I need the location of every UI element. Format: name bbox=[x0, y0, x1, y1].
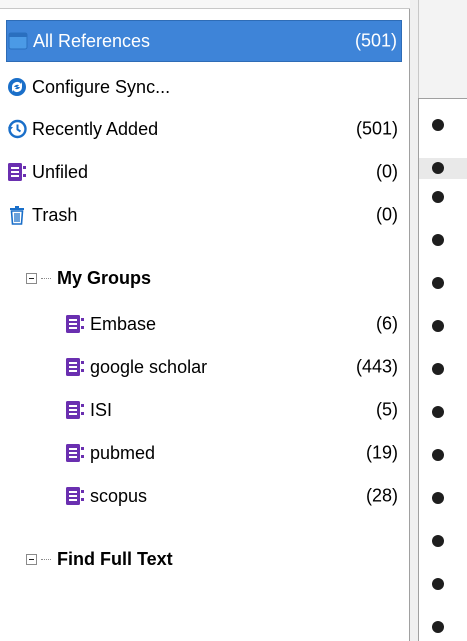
group-list-icon bbox=[64, 313, 86, 335]
group-label: pubmed bbox=[90, 442, 156, 463]
trash-icon bbox=[6, 204, 28, 226]
sidebar-item-recently-added[interactable]: Recently Added (501) bbox=[6, 108, 402, 150]
sidebar-item-trash[interactable]: Trash (0) bbox=[6, 194, 402, 236]
table-row[interactable] bbox=[419, 187, 467, 208]
section-title: My Groups bbox=[57, 267, 152, 288]
sidebar-item-scopus[interactable]: scopus (28) bbox=[64, 475, 402, 517]
reference-list[interactable] bbox=[418, 98, 467, 641]
table-row[interactable] bbox=[419, 574, 467, 595]
read-status-dot-icon bbox=[432, 449, 444, 461]
group-label: scopus bbox=[90, 485, 148, 506]
group-label: google scholar bbox=[90, 356, 208, 377]
sidebar-item-google-scholar[interactable]: google scholar (443) bbox=[64, 346, 402, 388]
table-row[interactable] bbox=[419, 402, 467, 423]
table-row[interactable] bbox=[419, 273, 467, 294]
read-status-dot-icon bbox=[432, 578, 444, 590]
sidebar-item-unfiled[interactable]: Unfiled (0) bbox=[6, 151, 402, 193]
sidebar-item-label: Configure Sync... bbox=[32, 76, 171, 97]
reference-count: (19) bbox=[365, 442, 398, 463]
group-label: Embase bbox=[90, 313, 157, 334]
clock-history-icon bbox=[6, 118, 28, 140]
sidebar-item-embase[interactable]: Embase (6) bbox=[64, 303, 402, 345]
groups-panel: All References (501) Configure Sync... R… bbox=[0, 0, 410, 641]
sync-icon bbox=[6, 76, 28, 98]
read-status-dot-icon bbox=[432, 119, 444, 131]
read-status-dot-icon bbox=[432, 535, 444, 547]
find-full-text-header[interactable]: Find Full Text bbox=[26, 544, 173, 574]
read-status-dot-icon bbox=[432, 492, 444, 504]
group-list-icon bbox=[6, 161, 28, 183]
sidebar-item-configure-sync[interactable]: Configure Sync... bbox=[6, 66, 402, 108]
read-status-dot-icon bbox=[432, 320, 444, 332]
table-row[interactable] bbox=[419, 230, 467, 251]
tree-connector bbox=[41, 558, 51, 560]
reference-count: (501) bbox=[355, 118, 398, 139]
reference-count: (6) bbox=[376, 313, 398, 334]
sidebar-item-isi[interactable]: ISI (5) bbox=[64, 389, 402, 431]
my-groups-header[interactable]: My Groups bbox=[26, 263, 151, 293]
table-row[interactable] bbox=[419, 531, 467, 552]
table-row[interactable] bbox=[419, 115, 467, 136]
group-list-icon bbox=[64, 356, 86, 378]
read-status-dot-icon bbox=[432, 363, 444, 375]
collapse-toggle-icon[interactable] bbox=[26, 553, 37, 565]
reference-count: (443) bbox=[355, 356, 398, 377]
all-references-icon bbox=[7, 30, 29, 52]
reference-count: (5) bbox=[376, 399, 398, 420]
table-row[interactable] bbox=[419, 359, 467, 380]
read-status-dot-icon bbox=[432, 277, 444, 289]
sidebar-item-label: Recently Added bbox=[32, 118, 159, 139]
section-title: Find Full Text bbox=[57, 548, 173, 569]
tree-connector bbox=[41, 277, 51, 279]
read-status-dot-icon bbox=[432, 234, 444, 246]
reference-count: (0) bbox=[376, 161, 398, 182]
group-list-icon bbox=[64, 442, 86, 464]
group-label: ISI bbox=[90, 399, 113, 420]
sidebar-item-all-references[interactable]: All References (501) bbox=[6, 20, 402, 62]
read-status-dot-icon bbox=[432, 621, 444, 633]
sidebar-item-label: Trash bbox=[32, 204, 78, 225]
reference-count: (28) bbox=[365, 485, 398, 506]
read-status-dot-icon bbox=[432, 191, 444, 203]
reference-count: (501) bbox=[354, 30, 397, 51]
reference-count: (0) bbox=[376, 204, 398, 225]
group-list-icon bbox=[64, 485, 86, 507]
table-row[interactable] bbox=[419, 488, 467, 509]
sidebar-item-label: All References bbox=[33, 30, 151, 51]
table-row[interactable] bbox=[419, 158, 467, 179]
read-status-dot-icon bbox=[432, 162, 444, 174]
sidebar-item-pubmed[interactable]: pubmed (19) bbox=[64, 432, 402, 474]
sidebar-item-label: Unfiled bbox=[32, 161, 89, 182]
group-list-icon bbox=[64, 399, 86, 421]
table-row[interactable] bbox=[419, 617, 467, 638]
table-row[interactable] bbox=[419, 445, 467, 466]
table-row[interactable] bbox=[419, 316, 467, 337]
collapse-toggle-icon[interactable] bbox=[26, 272, 37, 284]
read-status-dot-icon bbox=[432, 406, 444, 418]
